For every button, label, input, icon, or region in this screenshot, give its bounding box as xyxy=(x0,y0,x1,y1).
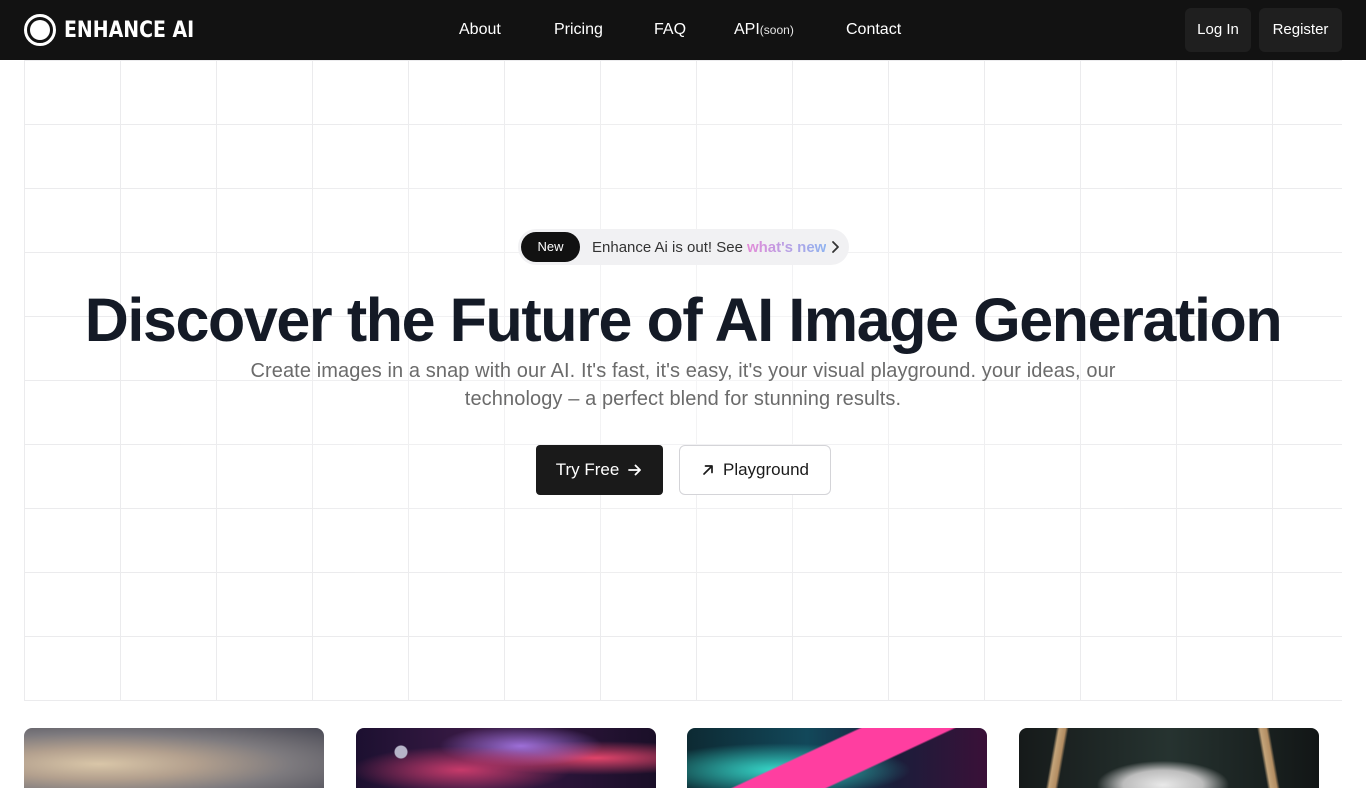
playground-label: Playground xyxy=(722,460,809,479)
nav-link-contact[interactable]: Contact xyxy=(846,19,901,41)
new-badge: New xyxy=(521,232,580,262)
hero-title: Discover the Future of AI Image Generati… xyxy=(84,286,1283,354)
gallery-card-1[interactable] xyxy=(24,728,324,788)
gallery-card-2[interactable] xyxy=(356,728,656,788)
whats-new-link[interactable]: what's new xyxy=(747,239,826,256)
top-navigation-bar: ENHANCE AI About Pricing FAQ API(soon) C… xyxy=(0,0,1366,60)
brand-logo[interactable]: ENHANCE AI xyxy=(24,14,215,46)
api-soon-tag: (soon) xyxy=(759,23,794,37)
arrow-up-right-icon xyxy=(703,465,713,475)
register-button[interactable]: Register xyxy=(1259,8,1342,52)
playground-button[interactable]: Playground xyxy=(679,445,831,495)
arrow-right-icon xyxy=(628,464,642,476)
login-button[interactable]: Log In xyxy=(1185,8,1251,52)
brand-name: ENHANCE AI xyxy=(64,17,195,43)
try-free-label: Try Free xyxy=(555,460,620,479)
nav-link-pricing[interactable]: Pricing xyxy=(554,19,603,41)
gallery-card-4[interactable] xyxy=(1019,728,1319,788)
try-free-button[interactable]: Try Free xyxy=(536,445,663,495)
nav-link-api-label: API xyxy=(734,21,760,38)
gallery-card-3[interactable] xyxy=(687,728,987,788)
nav-link-api[interactable]: API(soon) xyxy=(734,19,794,41)
nav-link-faq[interactable]: FAQ xyxy=(654,19,686,41)
chevron-right-icon xyxy=(832,241,840,253)
announcement-text: Enhance Ai is out! See xyxy=(592,238,743,256)
ring-logo-icon xyxy=(24,14,56,46)
nav-link-about[interactable]: About xyxy=(459,19,501,41)
hero-subtitle: Create images in a snap with our AI. It'… xyxy=(250,360,1116,410)
announcement-pill[interactable]: New Enhance Ai is out! See what's new xyxy=(518,229,849,265)
